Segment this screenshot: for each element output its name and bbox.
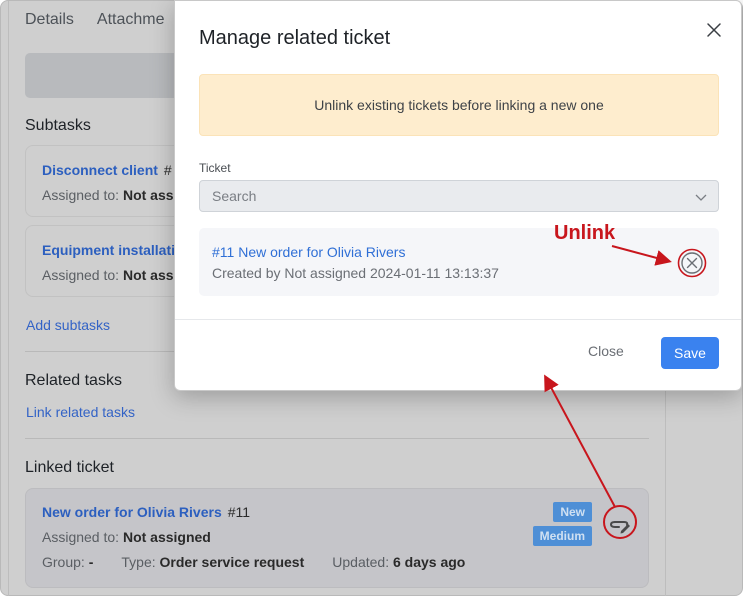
circle-x-icon: [677, 248, 707, 278]
linked-ticket-heading: Linked ticket: [25, 459, 114, 476]
tabs: Details Attachme: [25, 11, 165, 29]
assigned-label: Assigned to:: [42, 187, 120, 203]
assigned-value: Not assigned: [122, 529, 211, 545]
related-tasks-heading: Related tasks: [25, 372, 122, 389]
tab-attachments[interactable]: Attachme: [97, 11, 165, 29]
ticket-search-select[interactable]: Search: [199, 180, 719, 212]
type-value: Order service request: [159, 554, 305, 570]
divider: [25, 438, 649, 439]
linked-ticket-card[interactable]: New order for Olivia Rivers #11 Assigned …: [25, 488, 649, 588]
unlink-button[interactable]: [677, 248, 707, 278]
priority-badge: Medium: [532, 526, 592, 546]
assigned-label: Assigned to:: [42, 529, 120, 545]
link-edit-icon[interactable]: [605, 509, 637, 539]
close-icon[interactable]: [705, 21, 723, 39]
page-border: [8, 1, 9, 596]
chevron-down-icon: [694, 190, 708, 204]
linked-ticket-item: #11 New order for Olivia Rivers Created …: [199, 228, 719, 296]
linked-ticket-title[interactable]: New order for Olivia Rivers: [42, 504, 222, 520]
add-subtasks-link[interactable]: Add subtasks: [26, 317, 110, 333]
linked-ticket-number: #11: [227, 504, 251, 520]
assigned-label: Assigned to:: [42, 267, 120, 283]
assigned-value: Not ass: [122, 267, 174, 283]
subtasks-heading: Subtasks: [25, 117, 91, 134]
annotation-unlink-label: Unlink: [554, 222, 616, 244]
linked-ticket-link[interactable]: #11 New order for Olivia Rivers: [212, 244, 405, 260]
close-button[interactable]: Close: [588, 343, 624, 359]
type-label: Type:: [121, 554, 156, 570]
group-label: Group:: [42, 554, 85, 570]
subtask-title[interactable]: Equipment installati: [42, 242, 175, 258]
save-button[interactable]: Save: [661, 337, 719, 369]
subtask-title[interactable]: Disconnect client: [42, 162, 158, 178]
subtask-number: #: [163, 162, 172, 178]
search-placeholder: Search: [212, 188, 257, 204]
group-value: -: [88, 554, 94, 570]
tab-details[interactable]: Details: [25, 11, 74, 29]
manage-related-ticket-modal: Manage related ticket Unlink existing ti…: [174, 0, 742, 391]
assigned-value: Not assi: [122, 187, 178, 203]
updated-value: 6 days ago: [392, 554, 466, 570]
linked-ticket-created: Created by Not assigned 2024-01-11 13:13…: [212, 265, 499, 281]
updated-label: Updated:: [332, 554, 390, 570]
alert-text: Unlink existing tickets before linking a…: [314, 97, 604, 113]
warning-alert: Unlink existing tickets before linking a…: [199, 74, 719, 136]
footer-divider: [175, 319, 741, 320]
ticket-field-label: Ticket: [199, 161, 231, 175]
link-related-tasks-link[interactable]: Link related tasks: [26, 404, 135, 420]
status-badge: New: [553, 502, 592, 522]
modal-title: Manage related ticket: [199, 27, 391, 49]
